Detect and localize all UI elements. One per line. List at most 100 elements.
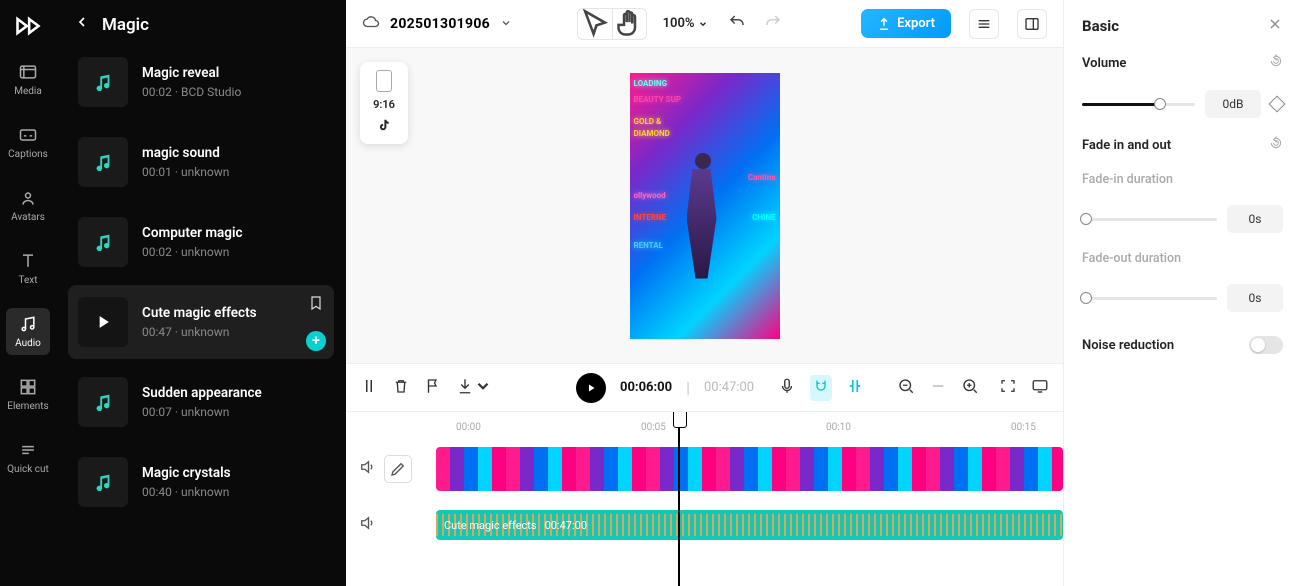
redo-icon[interactable] <box>764 13 782 35</box>
snap-icon[interactable] <box>846 377 864 399</box>
video-track-row <box>346 444 1063 494</box>
track-meta: 00:40 · unknown <box>142 485 231 499</box>
fade-in-value[interactable]: 0s <box>1227 205 1283 233</box>
fade-label: Fade in and out <box>1082 138 1171 153</box>
track-item-selected[interactable]: Cute magic effects 00:47 · unknown + <box>68 285 334 359</box>
preview-canvas[interactable]: 9:16 LOADING BEAUTY SUP GOLD & DIAMOND C… <box>346 48 1063 363</box>
volume-value[interactable]: 0dB <box>1205 90 1261 118</box>
zoom-in-icon[interactable] <box>961 377 979 399</box>
fade-in-label: Fade-in duration <box>1082 172 1283 187</box>
zoom-level[interactable]: 100% <box>663 16 709 31</box>
project-name[interactable]: 202501301906 <box>390 16 490 32</box>
clip-name: Cute magic effects <box>444 519 537 532</box>
volume-slider[interactable] <box>1082 103 1195 106</box>
timeline-toolbar: 00:06:00 | 00:47:00 <box>346 363 1063 411</box>
edit-track-button[interactable] <box>384 455 412 483</box>
add-button[interactable]: + <box>306 331 326 351</box>
download-icon[interactable] <box>456 377 492 399</box>
ruler-tick: 00:10 <box>826 422 851 433</box>
noise-label: Noise reduction <box>1082 338 1174 353</box>
rail-avatars[interactable]: Avatars <box>6 182 50 229</box>
track-item[interactable]: Magic reveal00:02 · BCD Studio <box>68 45 334 119</box>
select-tool[interactable] <box>578 9 612 39</box>
track-title: Sudden appearance <box>142 385 262 401</box>
magnet-icon[interactable] <box>810 375 832 401</box>
timeline-ruler[interactable]: 00:00 00:05 00:10 00:15 <box>346 412 1063 444</box>
properties-panel: Basic Volume 0dB Fade in and out Fade-in… <box>1063 0 1301 586</box>
delete-icon[interactable] <box>392 377 410 399</box>
rail-label: Elements <box>7 401 48 412</box>
close-icon[interactable] <box>1267 16 1283 36</box>
track-meta: 00:47 · unknown <box>142 325 257 339</box>
cloud-icon[interactable] <box>362 13 380 35</box>
audio-sidebar: Magic Magic reveal00:02 · BCD Studio mag… <box>56 0 346 586</box>
track-list[interactable]: Magic reveal00:02 · BCD Studio magic sou… <box>56 45 346 586</box>
rail-audio[interactable]: Audio <box>6 308 50 355</box>
aspect-ratio-badge[interactable]: 9:16 <box>360 62 408 144</box>
undo-icon[interactable] <box>728 13 746 35</box>
hand-tool[interactable] <box>612 9 646 39</box>
reset-icon[interactable] <box>1269 54 1283 72</box>
video-preview: LOADING BEAUTY SUP GOLD & DIAMOND Cantin… <box>630 73 780 339</box>
track-title: Cute magic effects <box>142 305 257 321</box>
rail-captions[interactable]: Captions <box>6 119 50 166</box>
track-title: Computer magic <box>142 225 243 241</box>
noise-toggle[interactable] <box>1249 336 1283 354</box>
sidebar-header: Magic <box>56 0 346 45</box>
speaker-icon[interactable] <box>358 514 376 536</box>
track-meta: 00:02 · BCD Studio <box>142 85 241 99</box>
ruler-tick: 00:00 <box>456 422 481 433</box>
rail-label: Captions <box>8 149 48 160</box>
play-icon[interactable] <box>78 297 128 347</box>
monitor-icon[interactable] <box>1031 377 1049 399</box>
reset-icon[interactable] <box>1269 136 1283 154</box>
timecode-current: 00:06:00 <box>620 380 672 395</box>
flag-icon[interactable] <box>424 377 442 399</box>
export-button[interactable]: Export <box>861 9 951 38</box>
track-title: magic sound <box>142 145 229 161</box>
timeline[interactable]: 00:00 00:05 00:10 00:15 Cute magic e <box>346 411 1063 586</box>
track-item[interactable]: Computer magic00:02 · unknown <box>68 205 334 279</box>
layout-icon[interactable] <box>969 9 999 39</box>
sidebar-title: Magic <box>102 15 149 35</box>
music-icon <box>78 457 128 507</box>
fade-out-label: Fade-out duration <box>1082 251 1283 266</box>
rail-quickcut[interactable]: Quick cut <box>6 434 50 481</box>
track-meta: 00:07 · unknown <box>142 405 262 419</box>
main-area: 202501301906 100% Export 9:16 LOADING BE… <box>346 0 1063 586</box>
rail-media[interactable]: Media <box>6 56 50 103</box>
track-item[interactable]: Sudden appearance 00:07 · unknown <box>68 365 334 439</box>
music-icon <box>78 217 128 267</box>
app-logo <box>14 12 42 32</box>
mic-icon[interactable] <box>778 377 796 399</box>
bookmark-icon[interactable] <box>308 295 324 315</box>
split-icon[interactable] <box>360 377 378 399</box>
fade-out-value[interactable]: 0s <box>1227 284 1283 312</box>
zoom-out-icon[interactable] <box>897 377 915 399</box>
tiktok-icon <box>377 117 391 136</box>
playhead[interactable] <box>678 412 680 586</box>
rail-label: Avatars <box>11 212 45 223</box>
zoom-slider-icon[interactable] <box>929 377 947 399</box>
clip-duration: 00:47:00 <box>545 519 587 532</box>
video-clip[interactable] <box>436 447 1063 491</box>
chevron-down-icon[interactable] <box>500 14 512 33</box>
track-item[interactable]: magic sound 00:01 · unknown <box>68 125 334 199</box>
track-item[interactable]: Magic crystals00:40 · unknown <box>68 445 334 519</box>
audio-clip[interactable]: Cute magic effects 00:47:00 <box>436 510 1063 540</box>
speaker-icon[interactable] <box>358 458 376 480</box>
fade-in-slider[interactable] <box>1082 218 1217 221</box>
keyframe-icon[interactable] <box>1269 96 1286 113</box>
track-meta: 00:01 · unknown <box>142 165 229 179</box>
rail-label: Audio <box>15 338 41 349</box>
play-button[interactable] <box>576 373 606 403</box>
rail-text[interactable]: Text <box>6 245 50 292</box>
panels-icon[interactable] <box>1017 9 1047 39</box>
fade-out-slider[interactable] <box>1082 297 1217 300</box>
audio-track-row: Cute magic effects 00:47:00 <box>346 500 1063 550</box>
fit-icon[interactable] <box>999 377 1017 399</box>
back-icon[interactable] <box>74 14 90 35</box>
person-silhouette <box>685 153 720 293</box>
ruler-tick: 00:05 <box>641 422 666 433</box>
rail-elements[interactable]: Elements <box>6 371 50 418</box>
